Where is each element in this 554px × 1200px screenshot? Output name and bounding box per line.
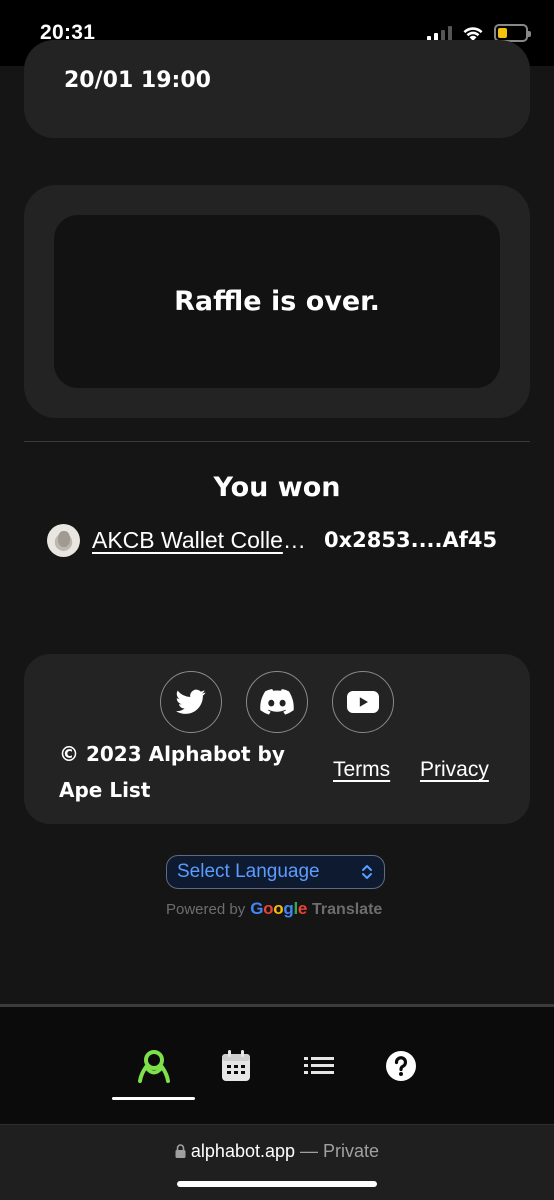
nav-list[interactable] [299, 1046, 339, 1086]
nav-home[interactable] [134, 1046, 174, 1086]
google-logo: Google [250, 899, 308, 918]
discord-button[interactable] [246, 671, 308, 733]
url-domain: alphabot.app [190, 1141, 296, 1161]
event-date: 20/01 19:00 [64, 68, 211, 93]
youtube-button[interactable] [332, 671, 394, 733]
list-icon [304, 1057, 334, 1074]
divider [24, 441, 530, 442]
twitter-button[interactable] [160, 671, 222, 733]
private-mode-label: Private [323, 1141, 380, 1161]
calendar-icon [222, 1050, 250, 1081]
wifi-icon [463, 26, 483, 41]
url-separator: — [300, 1141, 319, 1161]
terms-link[interactable]: Terms [333, 758, 390, 782]
url-display[interactable]: alphabot.app — Private [0, 1141, 554, 1162]
updown-chevron-icon [362, 865, 372, 879]
nav-calendar[interactable] [216, 1046, 256, 1086]
cellular-signal-icon [427, 25, 452, 41]
active-tab-indicator [112, 1097, 195, 1100]
you-won-heading: You won [213, 472, 341, 503]
help-icon [386, 1051, 416, 1081]
alphabot-logo-icon [138, 1050, 170, 1083]
privacy-link[interactable]: Privacy [420, 758, 489, 782]
winner-wallet: 0x2853....Af45 [324, 528, 498, 552]
project-avatar [47, 523, 80, 557]
winner-row: AKCB Wallet Collection 0x2853....Af45 [47, 522, 497, 558]
youtube-icon [347, 691, 379, 713]
language-select[interactable]: Select Language [166, 855, 385, 889]
nav-help[interactable] [381, 1046, 421, 1086]
raffle-status-panel: Raffle is over. [54, 215, 500, 388]
language-select-label: Select Language [177, 861, 320, 882]
raffle-status-text: Raffle is over. [174, 286, 380, 317]
discord-icon [260, 689, 294, 715]
copyright-text: © 2023 Alphabot by Ape List [59, 742, 285, 802]
lock-icon [175, 1144, 186, 1158]
translate-text: Translate [312, 901, 383, 918]
powered-by-google-translate: Powered by Google Translate [166, 899, 382, 919]
bottom-nav [0, 1004, 554, 1124]
page: 20:31 20/01 19:00 Raffle is over. You wo… [0, 0, 554, 1200]
home-indicator [177, 1181, 377, 1187]
twitter-icon [176, 689, 206, 714]
project-link[interactable]: AKCB Wallet Collection [92, 527, 314, 554]
powered-by-text: Powered by [166, 901, 246, 918]
browser-url-bar[interactable] [0, 1124, 554, 1200]
